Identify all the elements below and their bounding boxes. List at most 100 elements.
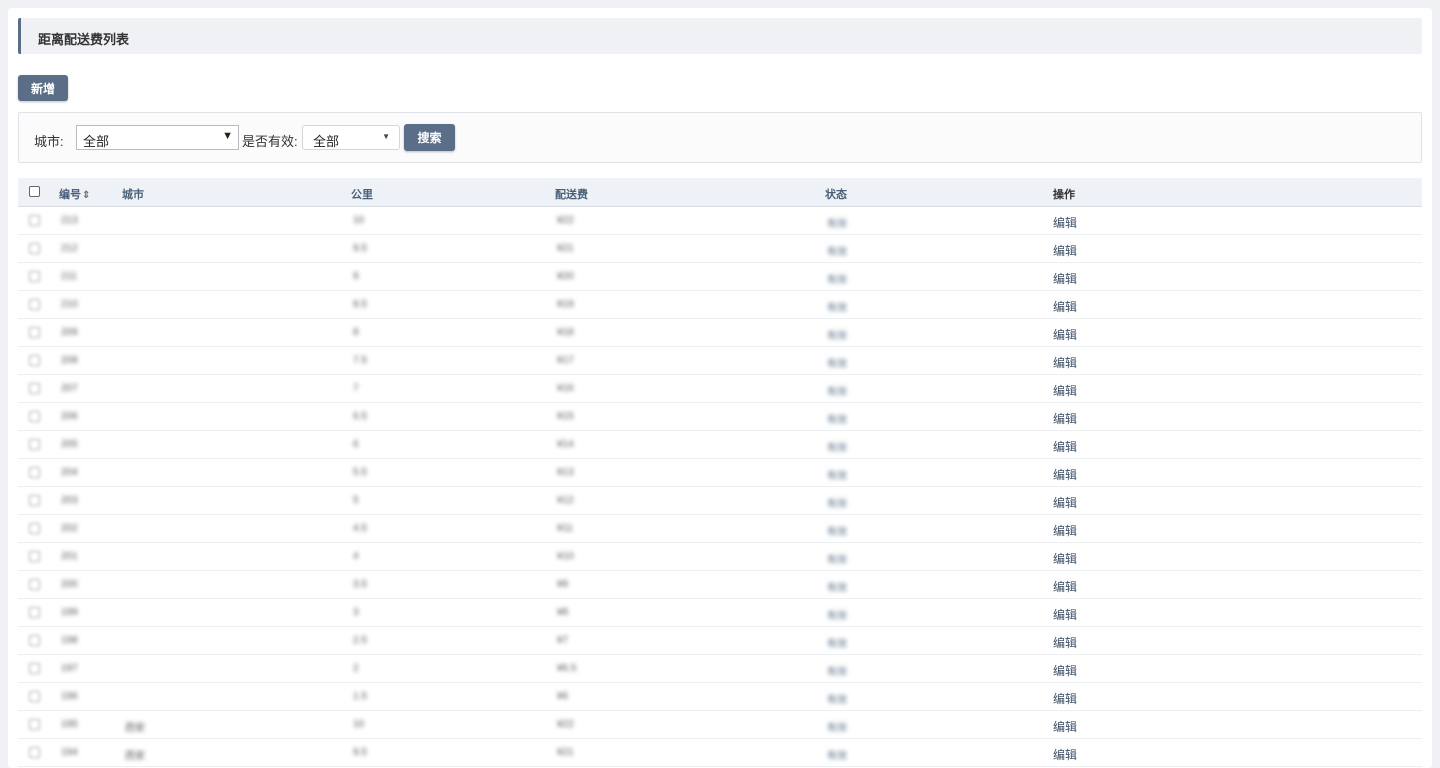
cell-status[interactable]: 有效 <box>827 383 847 398</box>
edit-link[interactable]: 编辑 <box>1053 354 1077 371</box>
row-checkbox[interactable] <box>29 327 40 338</box>
cell-status[interactable]: 有效 <box>827 523 847 538</box>
cell-fee: ¥11 <box>557 523 573 534</box>
row-checkbox[interactable] <box>29 719 40 730</box>
cell-km: 8 <box>353 327 359 338</box>
select-all-checkbox[interactable] <box>29 186 40 197</box>
cell-km: 6 <box>353 439 359 450</box>
edit-link[interactable]: 编辑 <box>1053 634 1077 651</box>
valid-select[interactable]: 全部 ▼ <box>302 125 400 150</box>
cell-status[interactable]: 有效 <box>827 635 847 650</box>
column-header-city[interactable]: 城市 <box>122 186 144 202</box>
cell-id: 199 <box>61 607 78 618</box>
cell-status[interactable]: 有效 <box>827 719 847 734</box>
row-checkbox[interactable] <box>29 243 40 254</box>
caret-down-icon: ▼ <box>382 132 390 141</box>
row-checkbox[interactable] <box>29 663 40 674</box>
table-row: 203 5 ¥12 有效 编辑 <box>18 487 1422 515</box>
row-checkbox[interactable] <box>29 495 40 506</box>
cell-km: 4.5 <box>353 523 367 534</box>
column-header-fee[interactable]: 配送费 <box>555 186 588 202</box>
edit-link[interactable]: 编辑 <box>1053 326 1077 343</box>
cell-status[interactable]: 有效 <box>827 299 847 314</box>
column-header-km[interactable]: 公里 <box>351 186 373 202</box>
edit-link[interactable]: 编辑 <box>1053 410 1077 427</box>
cell-id: 210 <box>61 299 78 310</box>
edit-link[interactable]: 编辑 <box>1053 494 1077 511</box>
edit-link[interactable]: 编辑 <box>1053 522 1077 539</box>
edit-link[interactable]: 编辑 <box>1053 214 1077 231</box>
edit-link[interactable]: 编辑 <box>1053 606 1077 623</box>
edit-link[interactable]: 编辑 <box>1053 270 1077 287</box>
cell-id: 203 <box>61 495 78 506</box>
cell-status[interactable]: 有效 <box>827 215 847 230</box>
cell-status[interactable]: 有效 <box>827 243 847 258</box>
row-checkbox[interactable] <box>29 467 40 478</box>
row-checkbox[interactable] <box>29 747 40 758</box>
caret-down-icon: ▼ <box>222 130 233 142</box>
table-row: 211 9 ¥20 有效 编辑 <box>18 263 1422 291</box>
cell-status[interactable]: 有效 <box>827 411 847 426</box>
edit-link[interactable]: 编辑 <box>1053 662 1077 679</box>
cell-fee: ¥22 <box>557 215 574 226</box>
row-checkbox[interactable] <box>29 439 40 450</box>
edit-link[interactable]: 编辑 <box>1053 382 1077 399</box>
edit-link[interactable]: 编辑 <box>1053 746 1077 763</box>
row-checkbox[interactable] <box>29 411 40 422</box>
row-checkbox[interactable] <box>29 551 40 562</box>
row-checkbox[interactable] <box>29 215 40 226</box>
add-button[interactable]: 新增 <box>18 75 68 101</box>
edit-link[interactable]: 编辑 <box>1053 298 1077 315</box>
cell-fee: ¥6.5 <box>557 663 577 674</box>
row-checkbox[interactable] <box>29 383 40 394</box>
cell-km: 2.5 <box>353 635 367 646</box>
page-title-bar: 距离配送费列表 <box>18 18 1422 54</box>
column-header-status[interactable]: 状态 <box>825 186 847 202</box>
cell-status[interactable]: 有效 <box>827 607 847 622</box>
table-row: 195 西安 10 ¥22 有效 编辑 <box>18 711 1422 739</box>
cell-status[interactable]: 有效 <box>827 467 847 482</box>
column-header-action: 操作 <box>1053 189 1075 201</box>
cell-status[interactable]: 有效 <box>827 327 847 342</box>
cell-status[interactable]: 有效 <box>827 551 847 566</box>
cell-status[interactable]: 有效 <box>827 747 847 762</box>
edit-link[interactable]: 编辑 <box>1053 438 1077 455</box>
cell-km: 3.5 <box>353 579 367 590</box>
cell-status[interactable]: 有效 <box>827 691 847 706</box>
row-checkbox[interactable] <box>29 355 40 366</box>
cell-status[interactable]: 有效 <box>827 663 847 678</box>
row-checkbox[interactable] <box>29 523 40 534</box>
row-checkbox[interactable] <box>29 607 40 618</box>
edit-link[interactable]: 编辑 <box>1053 242 1077 259</box>
cell-status[interactable]: 有效 <box>827 439 847 454</box>
row-checkbox[interactable] <box>29 271 40 282</box>
row-checkbox[interactable] <box>29 635 40 646</box>
cell-id: 207 <box>61 383 78 394</box>
table-row: 198 2.5 ¥7 有效 编辑 <box>18 627 1422 655</box>
cell-status[interactable]: 有效 <box>827 579 847 594</box>
cell-id: 206 <box>61 411 78 422</box>
page-title: 距离配送费列表 <box>38 32 130 47</box>
search-button[interactable]: 搜索 <box>404 124 455 151</box>
cell-status[interactable]: 有效 <box>827 271 847 286</box>
edit-link[interactable]: 编辑 <box>1053 578 1077 595</box>
cell-km: 8.5 <box>353 299 367 310</box>
cell-status[interactable]: 有效 <box>827 355 847 370</box>
edit-link[interactable]: 编辑 <box>1053 550 1077 567</box>
cell-km: 9.5 <box>353 747 367 758</box>
row-checkbox[interactable] <box>29 579 40 590</box>
cell-fee: ¥22 <box>557 719 574 730</box>
row-checkbox[interactable] <box>29 691 40 702</box>
row-checkbox[interactable] <box>29 299 40 310</box>
column-header-id[interactable]: 编号⇕ <box>59 186 90 202</box>
edit-link[interactable]: 编辑 <box>1053 690 1077 707</box>
cell-id: 195 <box>61 719 78 730</box>
edit-link[interactable]: 编辑 <box>1053 718 1077 735</box>
sort-icon[interactable]: ⇕ <box>82 190 90 201</box>
filter-bar: 城市: 全部 ▼ 是否有效: 全部 ▼ 搜索 <box>18 112 1422 163</box>
table-row: 201 4 ¥10 有效 编辑 <box>18 543 1422 571</box>
city-select[interactable]: 全部 ▼ <box>76 125 239 150</box>
cell-km: 3 <box>353 607 359 618</box>
edit-link[interactable]: 编辑 <box>1053 466 1077 483</box>
cell-status[interactable]: 有效 <box>827 495 847 510</box>
